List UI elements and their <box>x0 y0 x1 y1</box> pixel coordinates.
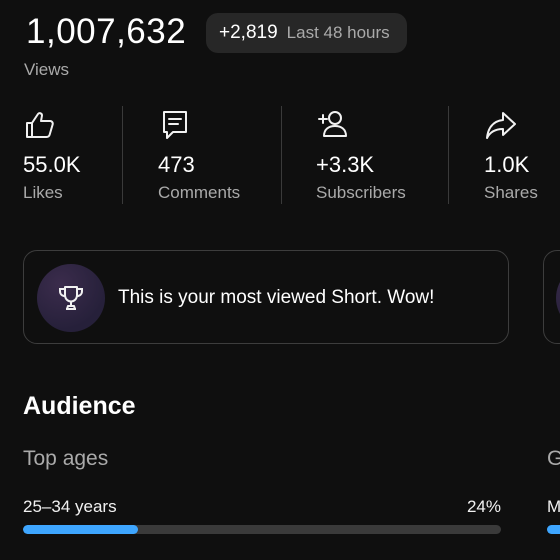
trophy-badge <box>37 264 105 332</box>
views-period: Last 48 hours <box>286 23 390 42</box>
analytics-page: 1,007,632 +2,819 Last 48 hours Views 55.… <box>0 0 560 560</box>
share-icon <box>486 112 516 139</box>
insight-card[interactable]: This is your most viewed Short. Wow! <box>23 250 509 344</box>
divider <box>122 106 123 204</box>
stat-value: 1.0K <box>484 152 530 177</box>
top-ages-heading: Top ages <box>23 447 109 470</box>
views-total: 1,007,632 <box>26 12 187 51</box>
age-range-label: 25–34 years <box>23 497 117 516</box>
insight-text: This is your most viewed Short. Wow! <box>118 287 435 308</box>
views-change-chip: +2,819 Last 48 hours <box>206 13 407 53</box>
divider <box>281 106 282 204</box>
audience-heading: Audience <box>23 392 136 420</box>
age-range-percent: 24% <box>466 497 501 516</box>
views-delta: +2,819 <box>219 22 278 43</box>
add-person-icon <box>318 111 347 137</box>
stat-label: Comments <box>158 183 241 202</box>
stat-value: 55.0K <box>23 152 81 177</box>
stat-label: Shares <box>484 183 538 202</box>
comment-icon <box>163 111 187 139</box>
views-label: Views <box>24 60 70 79</box>
next-section-progress-fill <box>547 525 560 534</box>
stat-value: 473 <box>158 152 195 177</box>
trophy-icon <box>59 286 83 310</box>
next-section-heading: G <box>547 447 560 470</box>
stat-value: +3.3K <box>316 152 375 177</box>
next-insight-badge <box>556 264 560 332</box>
thumbs-up-icon <box>26 112 54 138</box>
divider <box>448 106 449 204</box>
stat-label: Likes <box>23 183 63 202</box>
next-insight-card[interactable] <box>543 250 560 344</box>
stat-label: Subscribers <box>316 183 406 202</box>
engagement-stats: 55.0K Likes 473 Comments +3.3K Subscribe… <box>0 106 560 204</box>
next-section-row-label: M <box>547 497 560 516</box>
age-progress-track <box>23 525 501 534</box>
age-progress-fill <box>23 525 138 534</box>
